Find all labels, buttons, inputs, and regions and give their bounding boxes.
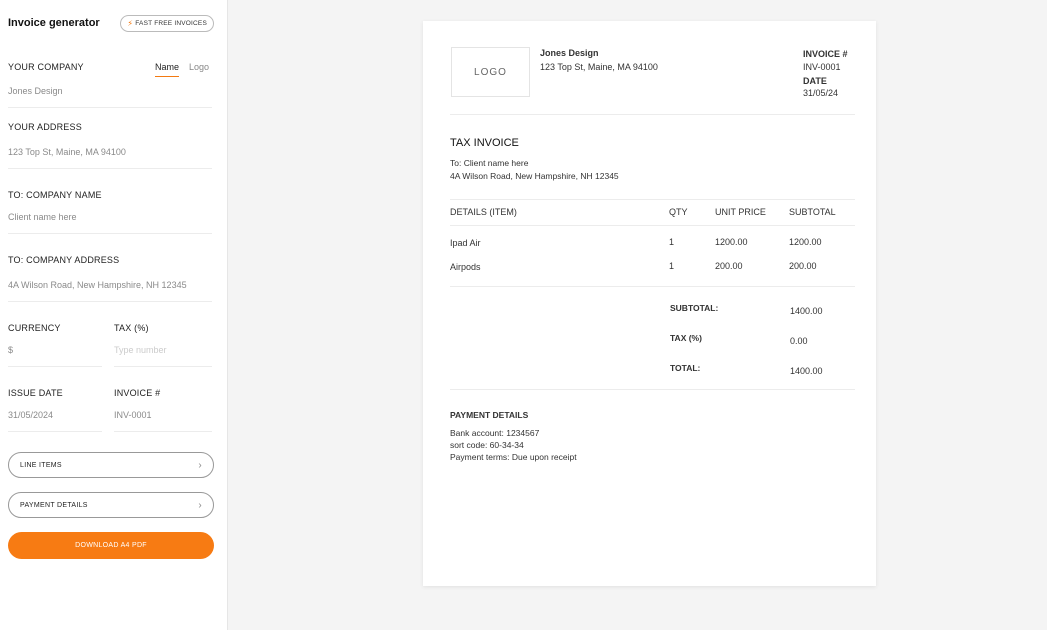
divider [114, 431, 212, 432]
column-header-details: DETAILS (ITEM) [450, 207, 517, 217]
divider [8, 168, 212, 169]
divider [8, 366, 102, 367]
payment-details-button[interactable]: PAYMENT DETAILS › [8, 492, 214, 518]
line-items-label: LINE ITEMS [20, 461, 62, 469]
issue-date-label: ISSUE DATE [8, 388, 63, 398]
column-header-subtotal: SUBTOTAL [789, 207, 836, 217]
issue-date-input[interactable] [8, 410, 98, 420]
sort-code: sort code: 60-34-34 [450, 440, 524, 450]
line-item-name: Airpods [450, 262, 481, 272]
tax-invoice-heading: TAX INVOICE [450, 137, 519, 149]
tax-total-label: TAX (%) [670, 333, 702, 343]
invoice-number-heading: INVOICE # [803, 49, 848, 59]
badge-label: FAST FREE INVOICES [135, 19, 207, 27]
your-address-label: YOUR ADDRESS [8, 122, 82, 132]
divider [450, 225, 855, 226]
divider [8, 301, 212, 302]
line-item-name: Ipad Air [450, 238, 481, 248]
download-pdf-button[interactable]: DOWNLOAD A4 PDF [8, 532, 214, 559]
your-company-input[interactable] [8, 86, 208, 96]
to-company-name-label: TO: COMPANY NAME [8, 190, 102, 200]
total-value: 1400.00 [790, 366, 823, 376]
divider [450, 389, 855, 390]
invoice-date-value: 31/05/24 [803, 88, 839, 98]
payment-details-heading: PAYMENT DETAILS [450, 410, 529, 420]
payment-details-label: PAYMENT DETAILS [20, 501, 88, 509]
fast-free-badge: ⚡ FAST FREE INVOICES [120, 14, 214, 32]
sidebar: Invoice generator ⚡ FAST FREE INVOICES Y… [0, 0, 228, 630]
divider [114, 366, 212, 367]
column-header-unit-price: UNIT PRICE [715, 207, 766, 217]
tax-input[interactable] [114, 345, 210, 355]
app-title: Invoice generator [8, 17, 100, 29]
divider [8, 233, 212, 234]
your-address-input[interactable] [8, 147, 208, 157]
toggle-name-tab[interactable]: Name [155, 62, 180, 77]
to-company-name-input[interactable] [8, 212, 208, 222]
logo-placeholder: LOGO [451, 47, 530, 97]
invoice-number-value: INV-0001 [803, 62, 841, 72]
currency-label: CURRENCY [8, 323, 61, 333]
divider [450, 199, 855, 200]
toggle-logo-tab[interactable]: Logo [189, 62, 209, 77]
invoice-company-address: 123 Top St, Maine, MA 94100 [540, 62, 658, 72]
line-item-subtotal: 1200.00 [789, 237, 822, 247]
line-item-subtotal: 200.00 [789, 261, 817, 271]
payment-terms: Payment terms: Due upon receipt [450, 452, 577, 462]
tax-label: TAX (%) [114, 323, 149, 333]
bill-to-name: To: Client name here [450, 158, 529, 168]
line-item-qty: 1 [669, 261, 675, 271]
total-label: TOTAL: [670, 363, 701, 373]
chevron-right-icon: › [198, 499, 202, 511]
subtotal-value: 1400.00 [790, 306, 823, 316]
lightning-icon: ⚡ [127, 18, 134, 28]
tax-total-value: 0.00 [790, 336, 808, 346]
to-company-address-label: TO: COMPANY ADDRESS [8, 255, 120, 265]
bank-account: Bank account: 1234567 [450, 428, 540, 438]
sidebar-header: Invoice generator ⚡ FAST FREE INVOICES [8, 14, 214, 32]
line-items-button[interactable]: LINE ITEMS › [8, 452, 214, 478]
invoice-number-input[interactable] [114, 410, 210, 420]
invoice-preview: LOGO Jones Design 123 Top St, Maine, MA … [423, 21, 876, 586]
line-item-qty: 1 [669, 237, 675, 247]
bill-to-address: 4A Wilson Road, New Hampshire, NH 12345 [450, 171, 619, 181]
invoice-number-label: INVOICE # [114, 388, 161, 398]
line-item-unit-price: 200.00 [715, 261, 743, 271]
name-logo-toggle: Name Logo [155, 62, 209, 77]
subtotal-label: SUBTOTAL: [670, 303, 719, 313]
chevron-right-icon: › [198, 459, 202, 471]
divider [8, 107, 212, 108]
divider [450, 286, 855, 287]
to-company-address-input[interactable] [8, 280, 214, 290]
divider [8, 431, 102, 432]
line-item-unit-price: 1200.00 [715, 237, 748, 247]
column-header-qty: QTY [669, 207, 688, 217]
divider [450, 114, 855, 115]
your-company-label: YOUR COMPANY [8, 62, 84, 72]
currency-input[interactable] [8, 345, 98, 355]
invoice-date-heading: DATE [803, 76, 827, 86]
invoice-company-name: Jones Design [540, 48, 599, 58]
